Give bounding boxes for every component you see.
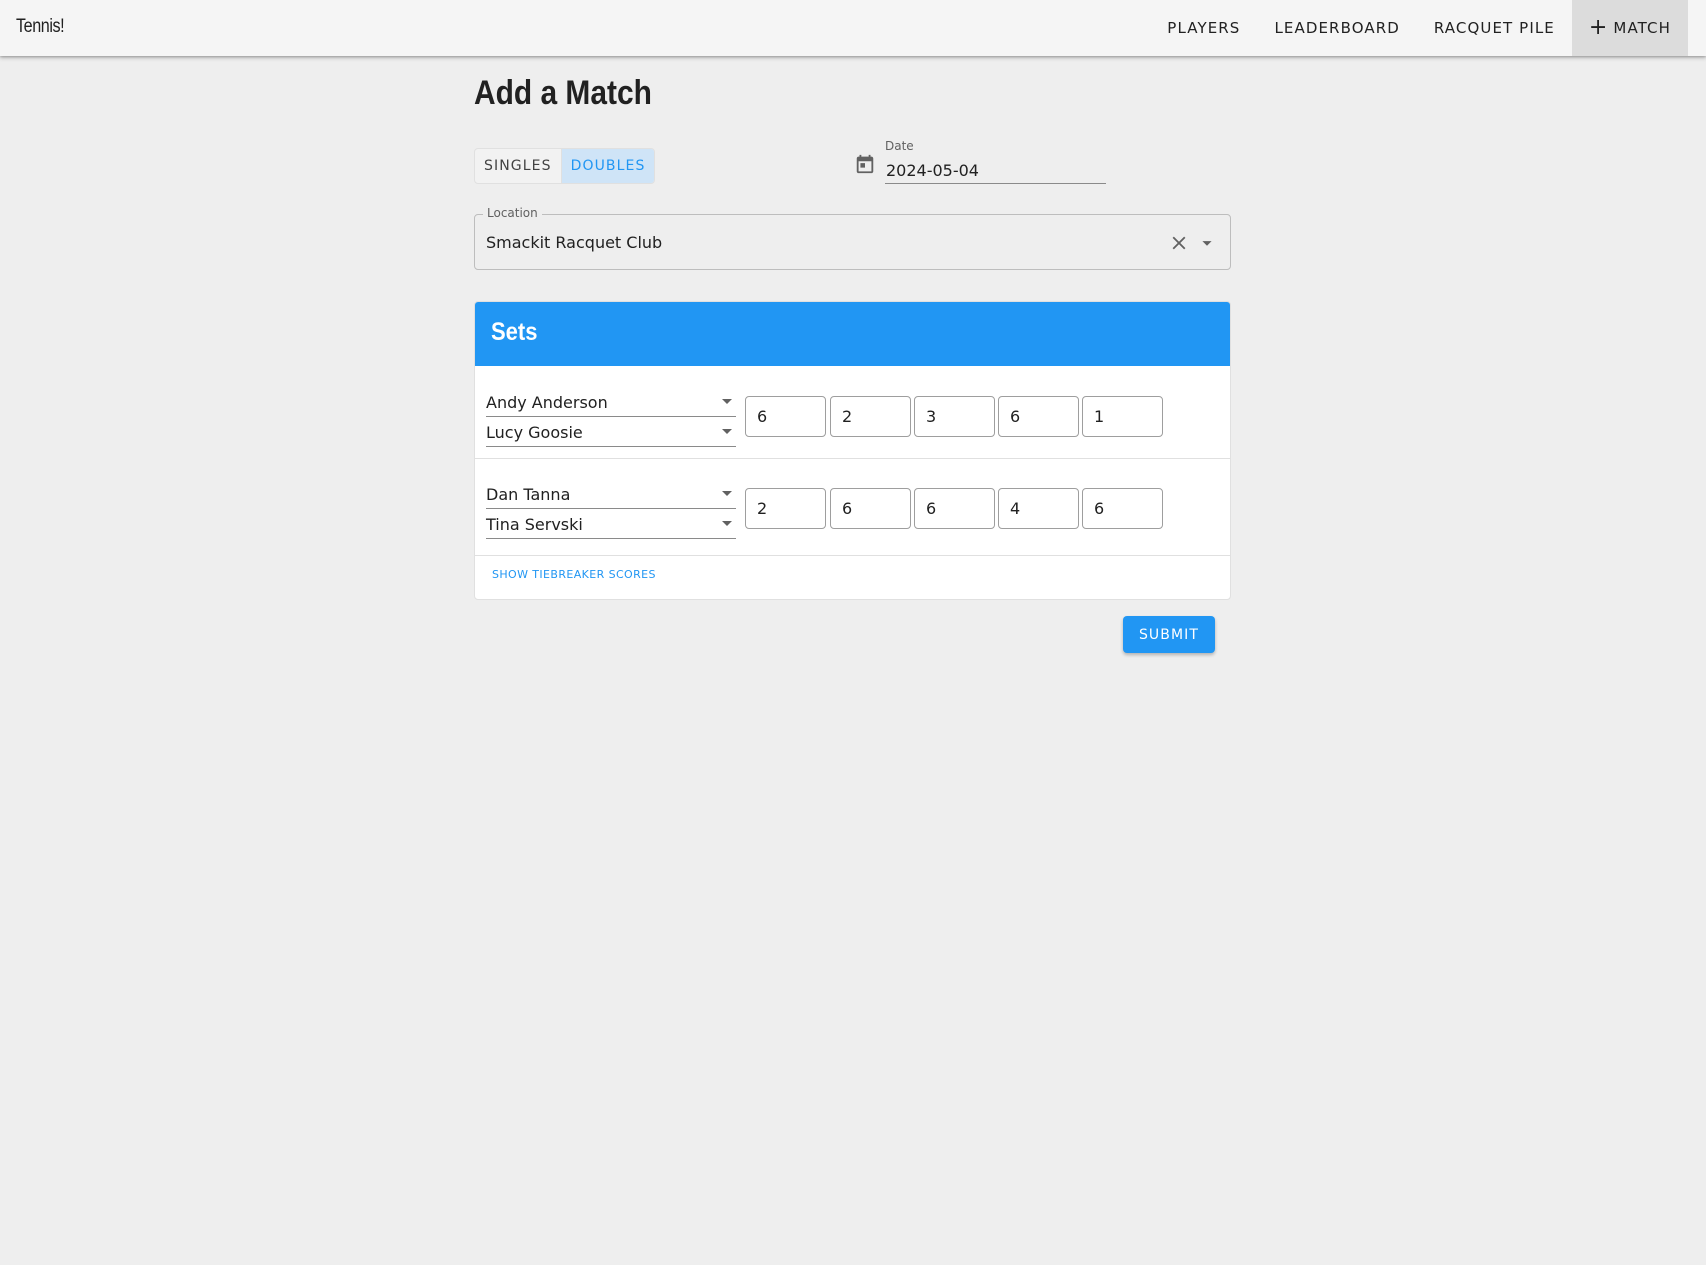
chevron-down-icon <box>722 521 732 526</box>
plus-icon: + <box>1588 15 1609 40</box>
date-input[interactable] <box>885 157 1106 184</box>
team1-set3-score[interactable] <box>914 396 995 437</box>
chevron-down-icon <box>722 491 732 496</box>
chevron-down-icon[interactable] <box>1196 232 1218 254</box>
page-title: Add a Match <box>474 74 652 112</box>
clear-icon[interactable] <box>1168 232 1190 254</box>
location-label: Location <box>483 206 542 220</box>
top-nav: PLAYERS LEADERBOARD RACQUET PILE + MATCH <box>1150 0 1688 56</box>
team1-set2-score[interactable] <box>830 396 911 437</box>
player-name: Lucy Goosie <box>486 423 583 442</box>
nav-add-match[interactable]: + MATCH <box>1571 0 1688 56</box>
sets-card: Sets Andy Anderson Lucy Goosie Dan Tanna <box>474 301 1231 600</box>
team2-set1-score[interactable] <box>745 488 826 529</box>
team1-player2-select[interactable]: Lucy Goosie <box>486 420 736 447</box>
player-name: Dan Tanna <box>486 485 571 504</box>
location-field[interactable]: Location Smackit Racquet Club <box>474 206 1231 270</box>
location-value: Smackit Racquet Club <box>486 233 663 252</box>
team2-set4-score[interactable] <box>998 488 1079 529</box>
team-row-2: Dan Tanna Tina Servski <box>475 459 1230 556</box>
team1-set1-score[interactable] <box>745 396 826 437</box>
singles-toggle[interactable]: SINGLES <box>475 149 561 183</box>
team2-player2-select[interactable]: Tina Servski <box>486 512 736 539</box>
date-field: Date <box>854 139 1106 187</box>
team1-set4-score[interactable] <box>998 396 1079 437</box>
app-bar: Tennis! PLAYERS LEADERBOARD RACQUET PILE… <box>0 0 1706 56</box>
nav-leaderboard[interactable]: LEADERBOARD <box>1257 0 1416 56</box>
match-type-toggle: SINGLES DOUBLES <box>474 148 656 184</box>
nav-racquet-pile[interactable]: RACQUET PILE <box>1417 0 1572 56</box>
team-row-1: Andy Anderson Lucy Goosie <box>475 366 1230 459</box>
chevron-down-icon <box>722 429 732 434</box>
player-name: Andy Anderson <box>486 393 608 412</box>
show-tiebreaker-button[interactable]: SHOW TIEBREAKER SCORES <box>492 568 656 581</box>
team2-player1-select[interactable]: Dan Tanna <box>486 482 736 509</box>
sets-title: Sets <box>491 318 538 346</box>
tiebreak-row: SHOW TIEBREAKER SCORES <box>475 556 1230 599</box>
player-name: Tina Servski <box>486 515 583 534</box>
app-title[interactable]: Tennis! <box>16 16 65 38</box>
date-label: Date <box>885 139 914 153</box>
nav-add-match-label: MATCH <box>1613 19 1671 37</box>
chevron-down-icon <box>722 399 732 404</box>
team1-player1-select[interactable]: Andy Anderson <box>486 390 736 417</box>
sets-header: Sets <box>475 302 1230 366</box>
submit-button[interactable]: SUBMIT <box>1123 616 1215 653</box>
team2-set2-score[interactable] <box>830 488 911 529</box>
team2-set3-score[interactable] <box>914 488 995 529</box>
calendar-icon[interactable] <box>854 153 876 175</box>
doubles-toggle[interactable]: DOUBLES <box>560 149 655 183</box>
nav-players[interactable]: PLAYERS <box>1150 0 1257 56</box>
team2-set5-score[interactable] <box>1082 488 1163 529</box>
team1-set5-score[interactable] <box>1082 396 1163 437</box>
